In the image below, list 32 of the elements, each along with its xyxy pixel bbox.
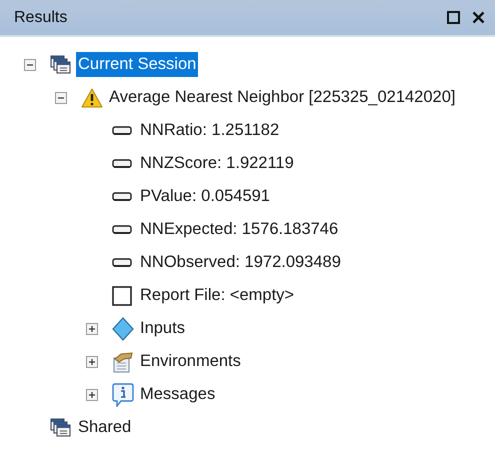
tree-item[interactable]: Report File: <empty> [138, 283, 296, 308]
output-value-icon [112, 192, 132, 202]
diamond-icon [112, 316, 134, 340]
tree-item[interactable]: Average Nearest Neighbor [225325_02142020] [107, 85, 458, 110]
notepad-hand-icon [112, 350, 134, 372]
expand-toggle[interactable] [86, 322, 98, 334]
collapse-toggle[interactable] [24, 58, 36, 70]
maximize-button[interactable] [445, 9, 462, 26]
tree-item[interactable]: Shared [76, 415, 134, 440]
tree-item[interactable]: PValue: 0.054591 [138, 184, 272, 209]
output-value-icon [112, 158, 132, 168]
tree-item[interactable]: Environments [138, 349, 243, 374]
close-button[interactable] [470, 9, 487, 26]
tree-item[interactable]: NNZScore: 1.922119 [138, 151, 296, 176]
blank-square-icon [112, 286, 132, 306]
output-value-icon [112, 224, 132, 234]
panel-title: Results [14, 8, 68, 26]
tree-item[interactable]: Inputs [138, 316, 187, 341]
tree-item[interactable]: NNRatio: 1.251182 [138, 118, 282, 143]
tree-item[interactable]: NNObserved: 1972.093489 [138, 250, 343, 275]
warning-icon [81, 88, 103, 108]
stacked-windows-icon [50, 418, 72, 438]
stacked-windows-icon [50, 54, 72, 74]
output-value-icon [112, 126, 132, 136]
expand-toggle[interactable] [86, 356, 98, 368]
tree-item[interactable]: Messages [138, 382, 218, 407]
tree-item[interactable]: NNExpected: 1576.183746 [138, 217, 340, 242]
collapse-toggle[interactable] [55, 92, 67, 104]
info-bubble-icon [112, 382, 134, 406]
tree-item[interactable]: Current Session [76, 52, 198, 77]
output-value-icon [112, 258, 132, 268]
expand-toggle[interactable] [86, 388, 98, 400]
